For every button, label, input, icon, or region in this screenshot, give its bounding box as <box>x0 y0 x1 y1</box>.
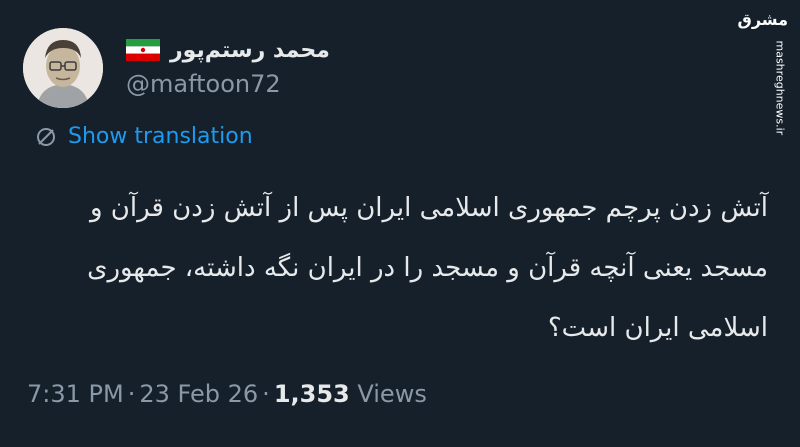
tweet-meta: 7:31 PM · 23 Feb 26 · 1,353 Views <box>27 380 427 408</box>
tweet-date[interactable]: 23 Feb 26 <box>139 380 258 408</box>
meta-separator: · <box>262 380 270 408</box>
avatar-portrait <box>23 28 103 108</box>
show-translation-label[interactable]: Show translation <box>68 124 253 149</box>
author-display-name[interactable]: محمد رستم‌پور <box>170 38 330 63</box>
watermark-site: mashreghnews.ir <box>773 40 787 136</box>
globe-slash-icon <box>37 127 55 146</box>
watermark-logo: مشرق <box>737 10 788 29</box>
author-name-row[interactable]: محمد رستم‌پور <box>126 34 330 66</box>
iran-flag-icon <box>126 39 160 61</box>
avatar[interactable] <box>23 28 103 108</box>
views-count[interactable]: 1,353 <box>274 380 350 408</box>
show-translation-link[interactable]: Show translation <box>34 124 253 149</box>
author-handle[interactable]: @maftoon72 <box>126 70 281 98</box>
meta-separator: · <box>127 380 136 408</box>
watermark: مشرق mashreghnews.ir <box>738 10 792 135</box>
tweet-card: محمد رستم‌پور @maftoon72 مشرق mashreghne… <box>0 0 800 447</box>
views-label: Views <box>357 380 427 408</box>
tweet-text: آتش زدن پرچم جمهوری اسلامی ایران پس از آ… <box>87 193 768 343</box>
tweet-time[interactable]: 7:31 PM <box>27 380 124 408</box>
